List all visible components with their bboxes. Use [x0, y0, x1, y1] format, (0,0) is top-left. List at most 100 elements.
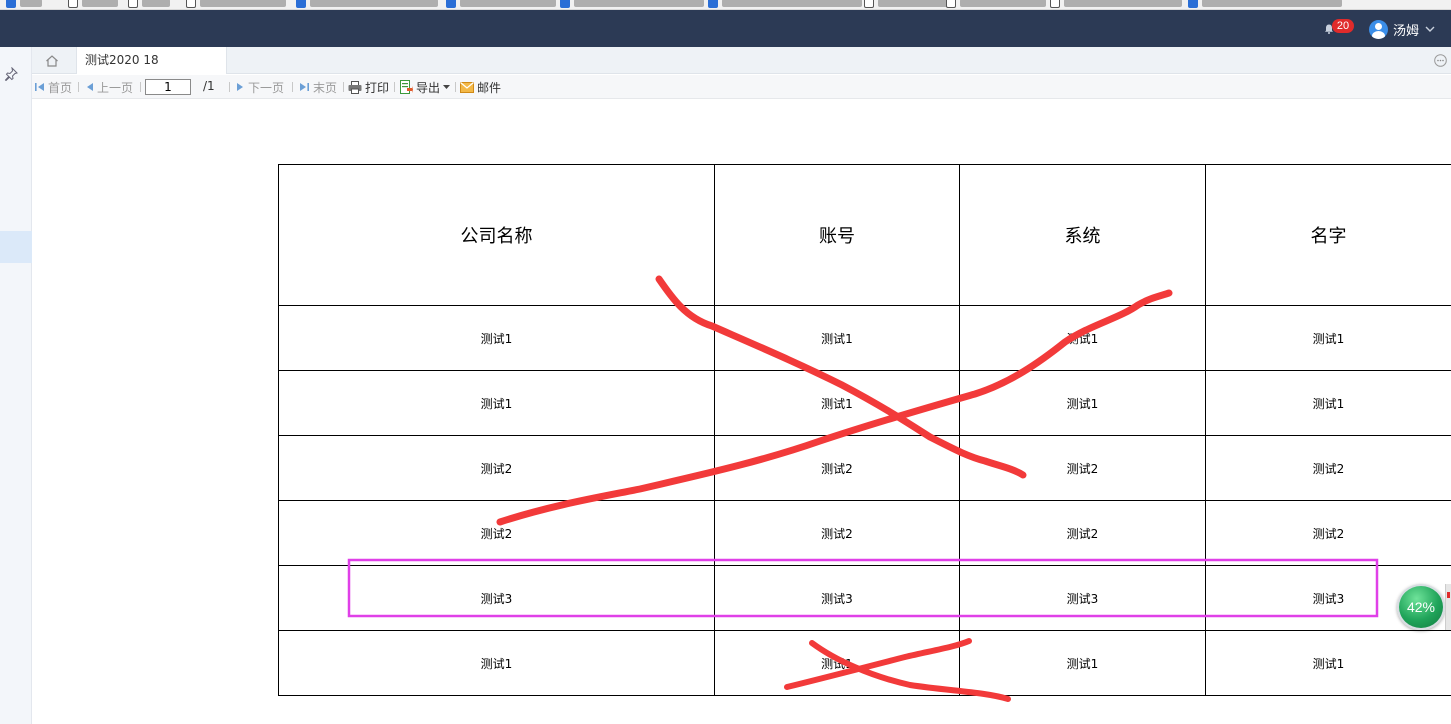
- prev-page-icon: [87, 83, 93, 91]
- export-label: 导出: [416, 80, 441, 95]
- report-toolbar: 首页 上一页 /1 下一页 末页 打印 导出: [32, 75, 1451, 99]
- print-icon: [348, 80, 362, 94]
- table-cell: 测试1: [1205, 370, 1451, 436]
- bookmark-item[interactable]: [560, 0, 704, 9]
- table-cell: 测试1: [278, 305, 715, 371]
- bookmark-icon: [560, 0, 570, 8]
- bookmark-icon: [296, 0, 306, 8]
- page-icon: [128, 0, 138, 8]
- last-page-button[interactable]: 末页: [299, 79, 337, 95]
- bookmark-item[interactable]: [708, 0, 862, 9]
- mail-button[interactable]: 邮件: [460, 79, 501, 95]
- column-header-company: 公司名称: [278, 164, 715, 306]
- first-page-button[interactable]: 首页: [34, 79, 72, 95]
- table-row: 测试2 测试2 测试2 测试2: [278, 435, 1451, 501]
- bookmark-item[interactable]: [68, 0, 118, 9]
- bookmark-item[interactable]: [128, 0, 170, 9]
- toolbar-divider: [292, 82, 293, 92]
- last-page-icon: [300, 83, 309, 91]
- caret-down-icon: [443, 84, 451, 89]
- table-cell: 测试1: [278, 370, 715, 436]
- sidebar-active-item[interactable]: [0, 231, 32, 263]
- bookmark-item[interactable]: [1188, 0, 1342, 9]
- table-cell: 测试1: [959, 630, 1206, 696]
- bookmark-icon: [1188, 0, 1198, 8]
- prev-page-label: 上一页: [97, 80, 134, 95]
- table-cell: 测试2: [714, 500, 960, 566]
- table-cell: 测试2: [278, 500, 715, 566]
- table-cell: 测试2: [278, 435, 715, 501]
- home-icon[interactable]: [44, 53, 60, 69]
- toolbar-divider: [78, 82, 79, 92]
- page-icon: [864, 0, 874, 8]
- next-page-label: 下一页: [248, 80, 285, 95]
- user-menu[interactable]: 汤姆: [1369, 18, 1436, 40]
- tab-label: 测试2020 18: [85, 53, 159, 67]
- next-page-icon: [237, 83, 243, 91]
- table-row: 测试3 测试3 测试3 测试3: [278, 565, 1451, 631]
- next-page-button[interactable]: 下一页: [236, 79, 284, 95]
- notification-badge: 20: [1332, 19, 1354, 33]
- page-total: /1: [203, 79, 215, 93]
- table-cell: 测试2: [714, 435, 960, 501]
- tab-report[interactable]: 测试2020 18: [76, 47, 227, 74]
- page-icon: [68, 0, 78, 8]
- table-cell: 测试1: [714, 370, 960, 436]
- bookmarks-bar: [0, 0, 1451, 10]
- chevron-down-icon: [1425, 26, 1435, 32]
- user-avatar-icon: [1369, 19, 1388, 39]
- table-cell: 测试3: [278, 565, 715, 631]
- table-cell: 测试1: [714, 305, 960, 371]
- toolbar-divider: [455, 82, 456, 92]
- first-page-label: 首页: [48, 80, 73, 95]
- floating-progress-widget[interactable]: 42%: [1397, 584, 1445, 630]
- print-button[interactable]: 打印: [348, 79, 389, 95]
- toolbar-divider: [140, 82, 141, 92]
- bookmark-item[interactable]: [296, 0, 438, 9]
- toolbar-divider: [394, 82, 395, 92]
- print-label: 打印: [365, 80, 390, 95]
- table-row: 测试1 测试1 测试1 测试1: [278, 630, 1451, 696]
- table-row: 测试2 测试2 测试2 测试2: [278, 500, 1451, 566]
- table-cell: 测试2: [1205, 435, 1451, 501]
- bookmark-item[interactable]: [864, 0, 956, 9]
- more-icon[interactable]: [1434, 54, 1447, 67]
- table-cell: 测试1: [959, 370, 1206, 436]
- report-table: 公司名称 账号 系统 名字 测试1 测试1 测试1 测试1 测试1 测试1 测试…: [278, 164, 1451, 696]
- app-header: 20 汤姆: [0, 10, 1451, 47]
- bookmark-item[interactable]: [946, 0, 1046, 9]
- table-cell: 测试1: [1205, 630, 1451, 696]
- pin-icon[interactable]: [4, 67, 18, 81]
- page-number-input[interactable]: [145, 79, 191, 95]
- bookmark-item[interactable]: [446, 0, 556, 9]
- notifications-button[interactable]: 20: [1323, 19, 1354, 39]
- table-cell: 测试1: [959, 305, 1206, 371]
- bookmark-item[interactable]: [186, 0, 286, 9]
- table-row: 测试1 测试1 测试1 测试1: [278, 370, 1451, 436]
- bookmark-icon: [708, 0, 718, 8]
- export-icon: [400, 80, 413, 94]
- table-cell: 测试3: [714, 565, 960, 631]
- table-cell: 测试2: [959, 500, 1206, 566]
- user-name: 汤姆: [1393, 23, 1420, 39]
- page-icon: [946, 0, 956, 8]
- first-page-icon: [35, 83, 44, 91]
- table-header-row: 公司名称 账号 系统 名字: [278, 164, 1451, 306]
- export-button[interactable]: 导出: [400, 79, 451, 95]
- page-icon: [186, 0, 196, 8]
- mail-icon: [460, 81, 474, 93]
- table-cell: 测试1: [278, 630, 715, 696]
- column-header-system: 系统: [959, 164, 1206, 306]
- column-header-account: 账号: [714, 164, 960, 306]
- bookmark-icon: [6, 0, 16, 8]
- table-cell: 测试3: [959, 565, 1206, 631]
- sidebar: [0, 47, 32, 724]
- bookmark-item[interactable]: [6, 0, 42, 9]
- table-cell: 测试2: [959, 435, 1206, 501]
- floating-widget-handle[interactable]: [1445, 584, 1451, 630]
- page-icon: [1050, 0, 1060, 8]
- prev-page-button[interactable]: 上一页: [85, 79, 133, 95]
- toolbar-divider: [343, 82, 344, 92]
- bookmark-item[interactable]: [1050, 0, 1182, 9]
- table-cell: 测试2: [1205, 500, 1451, 566]
